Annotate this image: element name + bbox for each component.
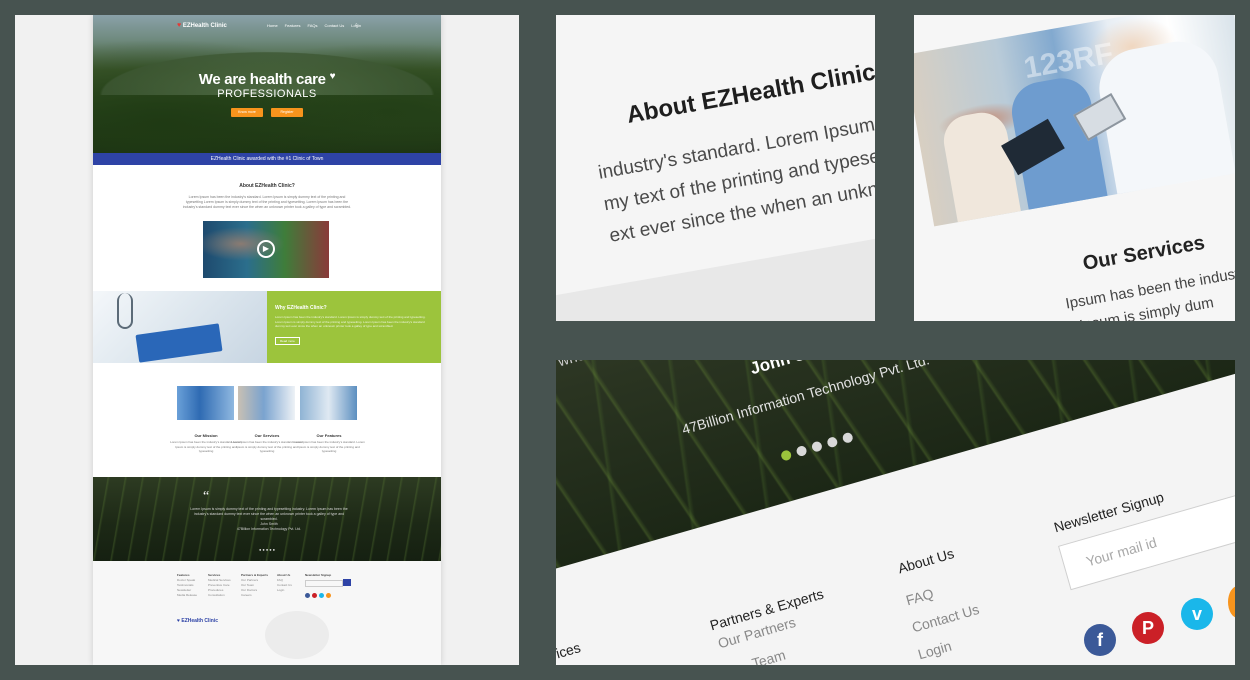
newsletter-input[interactable] [305,580,343,587]
slider-dots[interactable]: ●●●●● [259,547,276,552]
site-footer: Features Doctor Speak Testimonials Newsl… [93,561,441,665]
full-page-preview: ♥ EZHealth Clinic Home Features FAQs Con… [15,15,519,665]
vimeo-icon[interactable] [319,593,324,598]
about-text: Lorem Ipsum has been the industry's stan… [182,195,352,209]
footer-link-login[interactable]: Login [916,638,953,663]
rss-icon[interactable] [1228,586,1235,618]
footer-social-icons [305,593,331,598]
footer-newsletter: Newsletter Signup [305,573,351,587]
award-banner: EZHealth Clinic awarded with the #1 Clin… [93,153,441,165]
pinterest-icon[interactable]: P [1132,612,1164,644]
about-section: About EZHealth Clinic? Lorem Ipsum has b… [93,165,441,291]
nav-links: Home Features FAQs Contact Us Login [267,23,361,28]
testimonial-text: Lorem Ipsum is simply dummy text of the … [190,507,348,531]
footer-link-team[interactable]: Team [750,647,787,665]
about-us-heading: About Us [896,545,956,577]
services-heading-partial: ices [556,639,583,662]
why-section: Why EZHealth Clinic? Lorem Ipsum has bee… [93,291,441,363]
footer-col-services: Services Medical Services Preventive Car… [208,573,231,597]
nav-faqs[interactable]: FAQs [307,23,317,28]
about-heading: About EZHealth Clinic? [239,183,295,189]
services-zoom-panel: 123RF Our Services Ipsum has been the in… [914,15,1235,321]
about-zoom-panel: About EZHealth Clinic industry's standar… [556,15,875,321]
card-image [300,386,357,420]
newsletter-submit-button[interactable] [343,578,351,586]
vimeo-icon[interactable]: v [1181,598,1213,630]
about-video[interactable]: ▶ [203,221,329,278]
card-features: Our Features Lorem Ipsum has been the in… [293,386,365,453]
nav-home[interactable]: Home [267,23,278,28]
footer-col-about: About Us FAQ Contact Us Login [277,573,292,592]
play-icon[interactable]: ▶ [257,240,275,258]
facebook-icon[interactable] [305,593,310,598]
search-icon[interactable]: ⌕ [355,22,358,28]
rss-icon[interactable] [326,593,331,598]
website-mockup: ♥ EZHealth Clinic Home Features FAQs Con… [93,15,441,665]
feature-cards: Our Mission Lorem Ipsum has been the ind… [93,363,441,477]
doctor-clipboard-image [93,291,267,363]
footer-col-features: Features Doctor Speak Testimonials Newsl… [177,573,198,597]
footer-zoom-panel: when s John Smith 47Billion Information … [556,360,1235,665]
heart-icon: ♥ [177,22,182,29]
site-logo[interactable]: ♥ EZHealth Clinic [177,22,227,29]
heart-icon: ♥ [329,71,336,82]
nav-contact[interactable]: Contact Us [324,23,344,28]
know-more-button[interactable]: Know more [231,108,263,117]
quote-icon: “ [203,489,210,504]
footer-link-faq[interactable]: FAQ [904,585,935,608]
services-zoom-title: Our Services [1081,231,1207,275]
heart-icon: ♥ [177,618,180,624]
why-heading: Why EZHealth Clinic? [275,305,327,311]
register-button[interactable]: Register [271,108,303,117]
hero-buttons: Know more Register [93,108,441,117]
pinterest-icon[interactable] [312,593,317,598]
blue-banner-strip [556,15,639,23]
card-mission: Our Mission Lorem Ipsum has been the ind… [170,386,242,453]
read-more-button[interactable]: Read more [275,336,300,345]
doctors-photo: 123RF [914,15,1235,227]
hero-section: ♥ EZHealth Clinic Home Features FAQs Con… [93,15,441,153]
facebook-icon[interactable]: f [1084,624,1116,656]
nav-features[interactable]: Features [285,23,301,28]
footer-logo: ♥ EZHealth Clinic [177,618,219,624]
card-image [177,386,234,420]
footer-col-partners: Partners & Experts Our Partners Our Team… [241,573,269,597]
hero-title: We are health care ♥ [198,71,336,88]
top-nav: ♥ EZHealth Clinic Home Features FAQs Con… [93,21,441,33]
hero-subtitle: PROFESSIONALS [217,88,317,100]
why-text: Lorem Ipsum has been the industry's stan… [275,315,426,328]
heart-watermark [265,611,329,659]
card-services: Our Services Lorem Ipsum has been the in… [231,386,303,453]
testimonial-section: “ Lorem Ipsum is simply dummy text of th… [93,477,441,561]
footer-link-contact-us[interactable]: Contact Us [910,601,981,635]
card-image [238,386,295,420]
